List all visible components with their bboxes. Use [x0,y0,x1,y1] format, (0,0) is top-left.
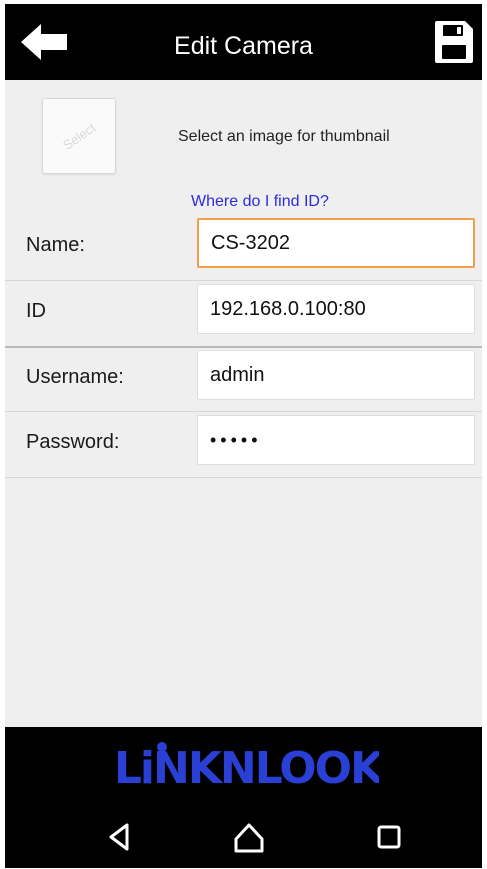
where-find-id-link[interactable]: Where do I find ID? [191,193,329,211]
name-field[interactable]: CS-3202 [197,218,475,268]
linknlook-logo: LiNKNLOOK [117,742,379,793]
divider [5,346,482,348]
app-bar: Edit Camera [5,4,482,80]
divider [5,477,482,478]
home-icon [234,823,264,853]
back-triangle-icon [109,823,129,851]
footer-bar: LiNKNLOOK [5,727,482,868]
app-screen: Edit Camera Select Select an image for t… [5,4,482,868]
page-title: Edit Camera [174,32,313,60]
thumbnail-caption: Select an image for thumbnail [178,128,390,145]
username-field[interactable]: admin [197,350,475,400]
save-button[interactable] [433,19,475,65]
divider [5,280,482,281]
thumbnail-select-button[interactable]: Select [42,98,116,174]
nav-home-button[interactable] [229,817,269,857]
password-field[interactable]: ••••• [197,415,475,465]
divider [5,411,482,412]
password-label: Password: [26,431,120,453]
thumbnail-select-label: Select [59,119,99,153]
svg-text:LiNKNLOOK: LiNKNLOOK [117,743,379,793]
floppy-save-icon [435,21,473,63]
nav-back-button[interactable] [99,817,139,857]
nav-recents-button[interactable] [369,817,409,857]
name-label: Name: [26,234,85,256]
username-label: Username: [26,366,124,388]
id-label: ID [26,300,46,322]
recents-square-icon [377,825,401,849]
id-field[interactable]: 192.168.0.100:80 [197,284,475,334]
